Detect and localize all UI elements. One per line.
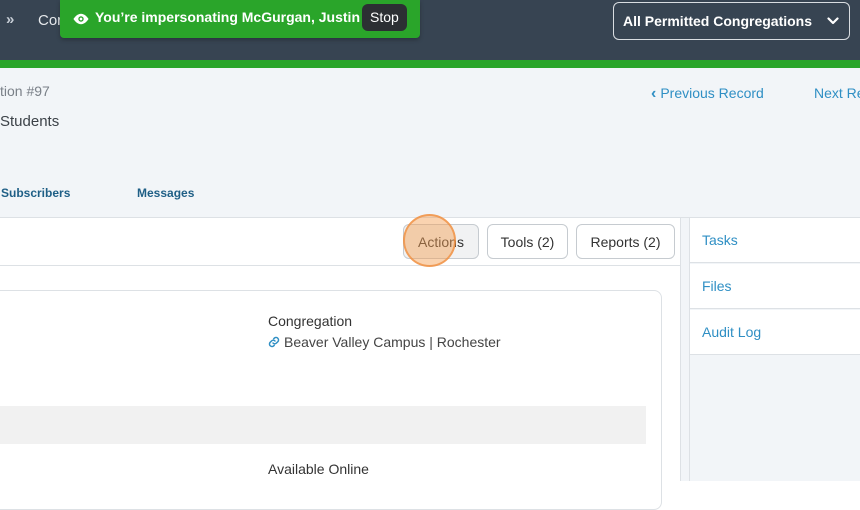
sidebar-item-tasks[interactable]: Tasks — [690, 218, 860, 263]
record-id: tion #97 — [0, 83, 50, 99]
impersonation-accent-bar — [0, 60, 860, 68]
stop-impersonating-button[interactable]: Stop — [362, 4, 407, 31]
congregation-select-value: All Permitted Congregations — [623, 13, 813, 29]
actions-button[interactable]: Actions — [403, 224, 479, 259]
previous-record-link[interactable]: ‹ Previous Record — [651, 85, 764, 103]
chevron-left-icon: ‹ — [651, 85, 657, 102]
link-icon — [268, 336, 280, 348]
record-header: tion #97 Students ‹ Previous Record Next … — [0, 68, 860, 218]
available-online-label: Available Online — [268, 461, 369, 477]
expand-menu-icon[interactable]: » — [6, 11, 15, 28]
congregation-value: Beaver Valley Campus | Rochester — [284, 334, 501, 350]
tools-button[interactable]: Tools (2) — [487, 224, 568, 259]
eye-icon — [73, 13, 89, 25]
record-toolbar: Actions Tools (2) Reports (2) — [0, 218, 680, 266]
sidebar-item-audit-log[interactable]: Audit Log — [690, 310, 860, 355]
record-details-area — [0, 266, 680, 510]
reports-button[interactable]: Reports (2) — [576, 224, 675, 259]
tab-messages[interactable]: Messages — [137, 186, 194, 200]
top-navbar: » Cor You’re impersonating McGurgan, Jus… — [0, 0, 860, 60]
congregation-link[interactable]: Beaver Valley Campus | Rochester — [268, 334, 501, 350]
next-record-link[interactable]: Next Re — [814, 85, 860, 101]
previous-record-label: Previous Record — [660, 85, 764, 101]
sidebar-item-files[interactable]: Files — [690, 264, 860, 309]
right-sidebar: Tasks Files Audit Log — [689, 218, 860, 481]
chevron-down-icon — [827, 17, 839, 25]
congregation-select[interactable]: All Permitted Congregations — [613, 2, 850, 40]
congregation-label: Congregation — [268, 313, 353, 329]
page-title: Students — [0, 113, 60, 130]
impersonation-banner: You’re impersonating McGurgan, Justin St… — [60, 0, 420, 38]
section-divider-band — [0, 406, 646, 444]
impersonation-text: You’re impersonating McGurgan, Justin — [95, 9, 360, 25]
breadcrumb[interactable]: Cor — [38, 12, 62, 29]
tab-subscribers[interactable]: Subscribers — [1, 186, 70, 200]
